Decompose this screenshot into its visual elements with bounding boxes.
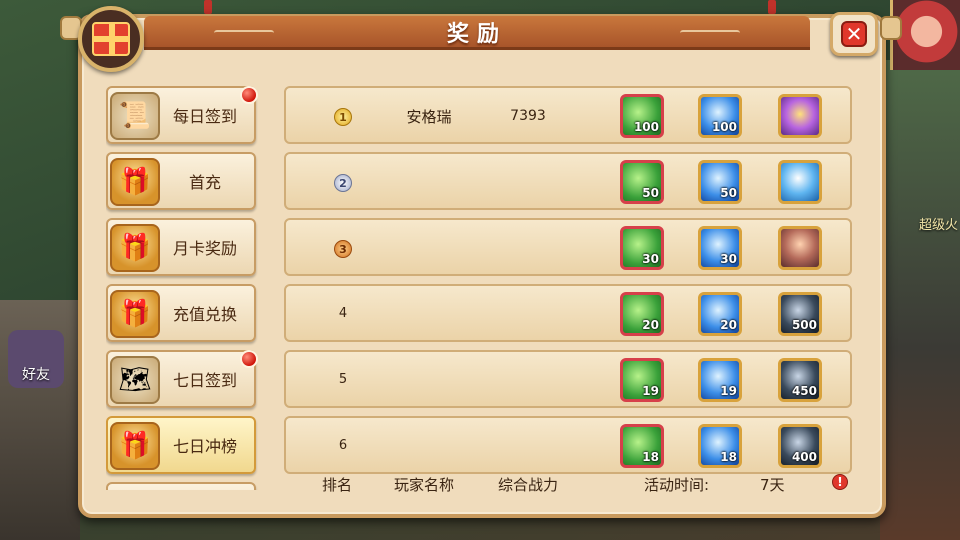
table-row: 3 30 30 bbox=[284, 218, 852, 276]
treasure-chest-icon: 🎁 bbox=[110, 158, 160, 206]
treasure-chest-icon: 🎁 bbox=[110, 290, 160, 338]
event-time-label: 活动时间: bbox=[644, 476, 710, 494]
close-icon: ✕ bbox=[841, 21, 867, 47]
player-name: 安格瑞 bbox=[406, 108, 452, 126]
gift-icon bbox=[78, 6, 144, 72]
scroll-knob-decoration bbox=[880, 16, 902, 40]
leaf-reward-icon[interactable]: 30 bbox=[620, 226, 664, 270]
rank-medal-silver-icon: 2 bbox=[334, 174, 352, 192]
notification-badge bbox=[240, 350, 258, 368]
sidebar-item-more[interactable] bbox=[106, 482, 256, 490]
purple-crystal-icon[interactable] bbox=[778, 94, 822, 138]
reward-count: 20 bbox=[642, 318, 659, 332]
reward-count: 18 bbox=[642, 450, 659, 464]
reward-count: 50 bbox=[720, 186, 737, 200]
treasure-chest-icon: 🎁 bbox=[110, 422, 160, 470]
sidebar: 📜 每日签到 🎁 首充 🎁 月卡奖励 🎁 充值兑换 🗺 七日签到 🎁 七日冲榜 bbox=[106, 84, 258, 490]
treasure-chest-icon: 🎁 bbox=[110, 224, 160, 272]
map-scroll-icon: 🗺 bbox=[110, 356, 160, 404]
gift-box-icon bbox=[92, 22, 130, 56]
sidebar-item-first-recharge[interactable]: 🎁 首充 bbox=[106, 152, 256, 210]
sidebar-item-label: 每日签到 bbox=[172, 107, 237, 126]
reward-count: 30 bbox=[642, 252, 659, 266]
sidebar-item-label: 充值兑换 bbox=[172, 305, 237, 324]
table-row: 5 19 19 450 bbox=[284, 350, 852, 408]
reward-count: 400 bbox=[791, 450, 817, 464]
blue-gem-reward-icon[interactable]: 100 bbox=[698, 94, 742, 138]
table-row: 4 20 20 500 bbox=[284, 284, 852, 342]
sidebar-item-label: 首充 bbox=[188, 173, 221, 192]
sidebar-item-seven-day-ranking[interactable]: 🎁 七日冲榜 bbox=[106, 416, 256, 474]
table-row: 6 18 18 400 bbox=[284, 416, 852, 474]
column-header-player-name: 玩家名称 bbox=[394, 476, 455, 494]
reward-count: 30 bbox=[720, 252, 737, 266]
blue-gem-reward-icon[interactable]: 30 bbox=[698, 226, 742, 270]
reward-count: 50 bbox=[642, 186, 659, 200]
sidebar-item-label: 月卡奖励 bbox=[172, 239, 237, 258]
reward-count: 20 bbox=[720, 318, 737, 332]
rank-number: 4 bbox=[338, 306, 348, 321]
rank-medal-bronze-icon: 3 bbox=[334, 240, 352, 258]
rank-medal-gold-icon: 1 bbox=[334, 108, 352, 126]
reward-count: 19 bbox=[720, 384, 737, 398]
scroll-icon: 📜 bbox=[110, 92, 160, 140]
rank-number: 6 bbox=[338, 438, 348, 453]
close-button[interactable]: ✕ bbox=[830, 12, 878, 56]
combat-power: 7393 bbox=[510, 108, 546, 124]
sidebar-item-monthly-card[interactable]: 🎁 月卡奖励 bbox=[106, 218, 256, 276]
dialog-title-bar: 奖励 bbox=[144, 16, 810, 50]
friends-button[interactable]: 好友 bbox=[8, 330, 64, 388]
background-scenery-right bbox=[880, 60, 960, 540]
blue-gem-reward-icon[interactable]: 19 bbox=[698, 358, 742, 402]
info-icon[interactable]: ! bbox=[832, 474, 848, 490]
penguin-icon[interactable] bbox=[778, 160, 822, 204]
rank-number: 5 bbox=[338, 372, 348, 387]
ore-icon[interactable]: 400 bbox=[778, 424, 822, 468]
hero-portrait-icon[interactable] bbox=[778, 226, 822, 270]
title-ornament bbox=[680, 30, 740, 36]
dialog-title: 奖励 bbox=[446, 21, 507, 47]
column-header-power: 综合战力 bbox=[498, 476, 559, 494]
side-hint-text: 超级火 bbox=[918, 218, 958, 233]
leaf-reward-icon[interactable]: 50 bbox=[620, 160, 664, 204]
lantern-decoration bbox=[768, 0, 776, 14]
blue-gem-reward-icon[interactable]: 20 bbox=[698, 292, 742, 336]
sidebar-item-label: 七日签到 bbox=[172, 371, 237, 390]
blue-gem-reward-icon[interactable]: 50 bbox=[698, 160, 742, 204]
event-time-value: 7天 bbox=[760, 476, 785, 494]
sidebar-item-daily-signin[interactable]: 📜 每日签到 bbox=[106, 86, 256, 144]
reward-count: 100 bbox=[711, 120, 737, 134]
leaf-reward-icon[interactable]: 100 bbox=[620, 94, 664, 138]
title-ornament bbox=[214, 30, 274, 36]
leaf-reward-icon[interactable]: 19 bbox=[620, 358, 664, 402]
sidebar-item-recharge-exchange[interactable]: 🎁 充值兑换 bbox=[106, 284, 256, 342]
friends-label: 好友 bbox=[22, 367, 50, 383]
reward-count: 100 bbox=[633, 120, 659, 134]
sidebar-item-label: 七日冲榜 bbox=[172, 437, 237, 456]
leaf-reward-icon[interactable]: 20 bbox=[620, 292, 664, 336]
column-header-rank: 排名 bbox=[322, 476, 353, 494]
leaf-reward-icon[interactable]: 18 bbox=[620, 424, 664, 468]
ore-icon[interactable]: 450 bbox=[778, 358, 822, 402]
reward-count: 18 bbox=[720, 450, 737, 464]
notification-badge bbox=[240, 86, 258, 104]
reward-count: 500 bbox=[791, 318, 817, 332]
lantern-decoration bbox=[204, 0, 212, 14]
blue-gem-reward-icon[interactable]: 18 bbox=[698, 424, 742, 468]
table-row: 1 安格瑞 7393 100 100 bbox=[284, 86, 852, 144]
sidebar-item-seven-day-signin[interactable]: 🗺 七日签到 bbox=[106, 350, 256, 408]
reward-count: 19 bbox=[642, 384, 659, 398]
ore-icon[interactable]: 500 bbox=[778, 292, 822, 336]
table-row: 2 50 50 bbox=[284, 152, 852, 210]
reward-count: 450 bbox=[791, 384, 817, 398]
